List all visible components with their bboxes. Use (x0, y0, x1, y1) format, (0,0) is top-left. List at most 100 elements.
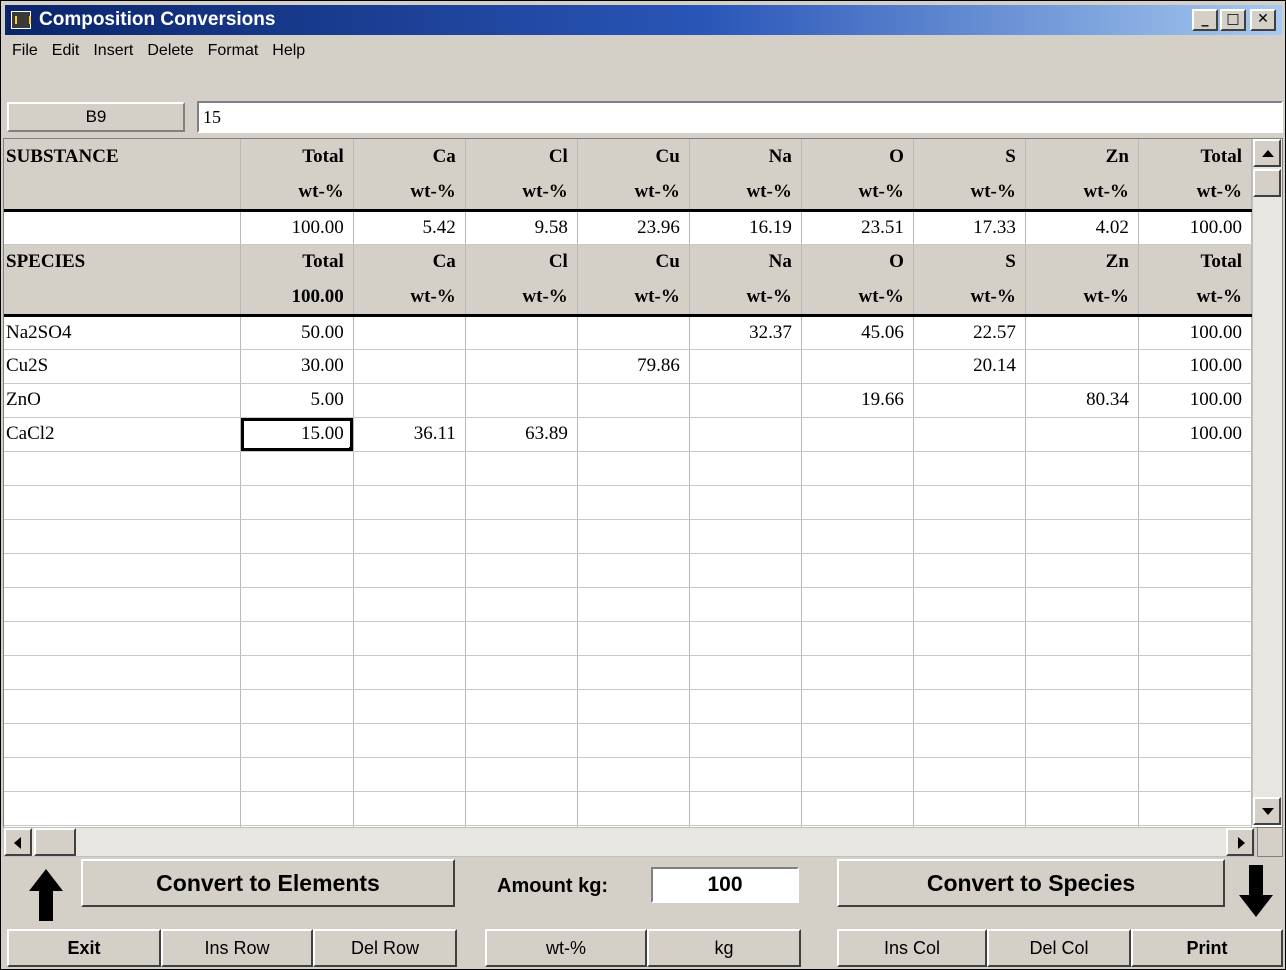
table-cell[interactable] (353, 791, 466, 826)
table-cell[interactable] (1025, 553, 1139, 588)
table-cell[interactable]: 36.11 (353, 417, 466, 452)
table-cell[interactable]: ZnO (4, 383, 241, 418)
app-icon[interactable] (11, 11, 31, 29)
formula-input[interactable]: 15 (197, 101, 1283, 133)
table-cell[interactable] (1025, 519, 1139, 554)
table-cell[interactable]: CaCl2 (4, 417, 241, 452)
menu-format[interactable]: Format (201, 42, 266, 60)
table-cell[interactable] (689, 655, 802, 690)
convert-to-species-button[interactable]: Convert to Species (837, 859, 1225, 907)
table-cell[interactable] (4, 791, 241, 826)
table-cell[interactable] (689, 417, 802, 452)
table-cell[interactable] (465, 723, 578, 758)
table-cell[interactable] (465, 655, 578, 690)
table-cell[interactable]: 5.00 (240, 383, 354, 418)
table-cell[interactable] (913, 485, 1026, 520)
table-cell[interactable]: S (913, 139, 1026, 175)
table-cell[interactable] (465, 757, 578, 792)
menu-delete[interactable]: Delete (140, 42, 200, 60)
scroll-left-icon[interactable] (4, 828, 32, 856)
table-cell[interactable]: wt-% (1025, 280, 1139, 317)
table-cell[interactable] (465, 553, 578, 588)
table-cell[interactable] (689, 451, 802, 486)
table-cell[interactable] (1025, 349, 1139, 384)
table-cell[interactable]: wt-% (1138, 280, 1253, 317)
table-cell[interactable] (1025, 417, 1139, 452)
table-cell[interactable]: Cu (577, 139, 690, 175)
table-cell[interactable]: 100.00 (1138, 315, 1253, 350)
table-cell[interactable] (1025, 587, 1139, 622)
table-cell[interactable]: 79.86 (577, 349, 690, 384)
menu-edit[interactable]: Edit (45, 42, 87, 60)
table-cell[interactable] (913, 553, 1026, 588)
table-cell[interactable] (240, 621, 354, 656)
kg-button[interactable]: kg (647, 929, 801, 967)
table-cell[interactable] (913, 757, 1026, 792)
table-cell[interactable] (465, 689, 578, 724)
table-cell[interactable]: 100.00 (240, 210, 354, 245)
table-cell[interactable] (801, 621, 914, 656)
table-cell[interactable]: 22.57 (913, 315, 1026, 350)
table-cell[interactable] (465, 451, 578, 486)
table-cell[interactable] (577, 689, 690, 724)
table-cell[interactable] (4, 757, 241, 792)
table-cell[interactable] (240, 655, 354, 690)
horizontal-scroll-thumb[interactable] (34, 828, 76, 856)
table-cell[interactable] (353, 315, 466, 350)
active-cell[interactable]: 15.00 (240, 417, 354, 452)
table-cell[interactable] (1138, 791, 1253, 826)
table-cell[interactable] (801, 791, 914, 826)
table-cell[interactable] (801, 349, 914, 384)
horizontal-scrollbar[interactable] (3, 827, 1255, 857)
table-cell[interactable] (1138, 519, 1253, 554)
table-cell[interactable] (353, 553, 466, 588)
table-cell[interactable] (1138, 485, 1253, 520)
table-cell[interactable] (1025, 451, 1139, 486)
table-cell[interactable] (913, 519, 1026, 554)
table-cell[interactable]: 80.34 (1025, 383, 1139, 418)
table-cell[interactable] (1025, 655, 1139, 690)
table-cell[interactable] (4, 723, 241, 758)
wt-pct-button[interactable]: wt-% (485, 929, 647, 967)
table-cell[interactable] (577, 485, 690, 520)
table-cell[interactable]: SPECIES (4, 244, 241, 280)
table-cell[interactable]: 23.51 (801, 210, 914, 245)
table-cell[interactable] (4, 553, 241, 588)
title-bar[interactable]: Composition Conversions _ □ ✕ (5, 5, 1282, 35)
table-cell[interactable] (240, 723, 354, 758)
table-cell[interactable] (689, 791, 802, 826)
table-cell[interactable] (577, 519, 690, 554)
table-cell[interactable] (1025, 791, 1139, 826)
table-cell[interactable] (465, 383, 578, 418)
ins-row-button[interactable]: Ins Row (161, 929, 313, 967)
table-cell[interactable]: 19.66 (801, 383, 914, 418)
table-cell[interactable]: 20.14 (913, 349, 1026, 384)
table-cell[interactable]: Ca (353, 139, 466, 175)
table-cell[interactable] (913, 621, 1026, 656)
table-cell[interactable] (465, 315, 578, 350)
vertical-scrollbar[interactable] (1252, 139, 1282, 825)
table-cell[interactable] (240, 587, 354, 622)
table-cell[interactable]: wt-% (913, 280, 1026, 317)
table-cell[interactable]: wt-% (801, 280, 914, 317)
table-cell[interactable] (577, 723, 690, 758)
table-cell[interactable] (1025, 757, 1139, 792)
vertical-scroll-thumb[interactable] (1253, 169, 1281, 197)
table-cell[interactable] (353, 723, 466, 758)
table-cell[interactable] (689, 757, 802, 792)
table-cell[interactable] (577, 417, 690, 452)
table-cell[interactable] (801, 689, 914, 724)
table-cell[interactable] (1138, 587, 1253, 622)
del-row-button[interactable]: Del Row (313, 929, 457, 967)
spreadsheet-grid[interactable]: SUBSTANCE Total Ca Cl Cu Na O S Zn Total wt-% wt-% w… (3, 138, 1283, 828)
table-cell[interactable] (240, 485, 354, 520)
table-cell[interactable] (913, 417, 1026, 452)
close-button[interactable]: ✕ (1250, 9, 1276, 31)
table-cell[interactable]: Na2SO4 (4, 315, 241, 350)
table-cell[interactable] (801, 553, 914, 588)
table-cell[interactable]: Total (1138, 139, 1253, 175)
table-cell[interactable]: 32.37 (689, 315, 802, 350)
table-cell[interactable] (465, 485, 578, 520)
table-cell[interactable]: 4.02 (1025, 210, 1139, 245)
table-cell[interactable] (353, 621, 466, 656)
